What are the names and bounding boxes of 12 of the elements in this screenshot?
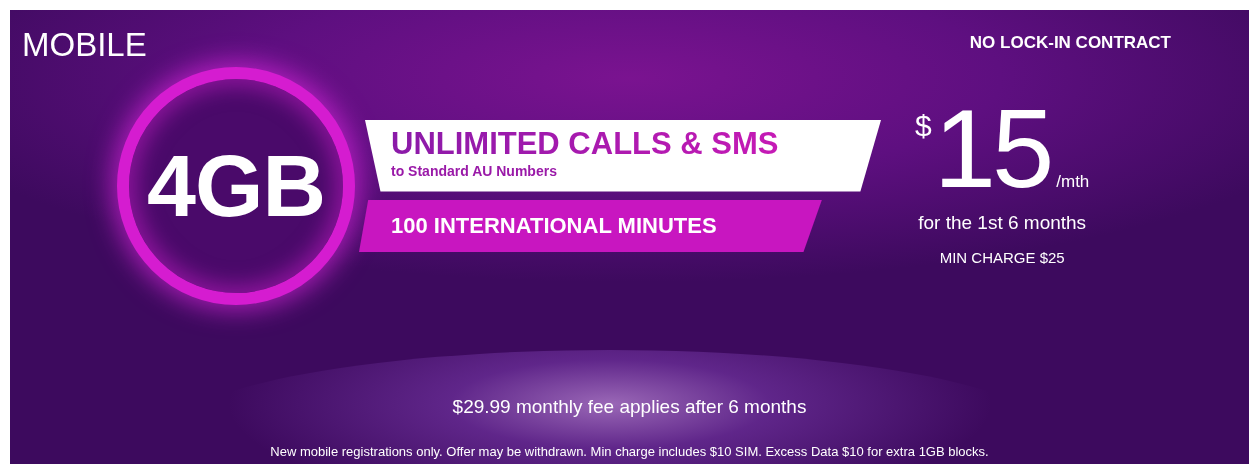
data-allowance: 4GB [147, 142, 325, 230]
feature-title: 100 INTERNATIONAL MINUTES [391, 212, 718, 239]
after-fee-note: $29.99 monthly fee applies after 6 months [451, 395, 808, 419]
min-charge: MIN CHARGE $25 [939, 248, 1065, 268]
price-amount: 15 [933, 92, 1051, 205]
currency-sign: $ [915, 107, 932, 144]
fine-print: New mobile registrations only. Offer may be withdrawn. Min charge includes $10 SIM. Excess Data $10 for extra 1GB blocks. [269, 442, 990, 461]
price-period: /mth [1056, 171, 1090, 193]
banner-heading: MOBILE [22, 28, 147, 61]
contract-note: NO LOCK-IN CONTRACT [969, 32, 1171, 54]
feature-subtitle: to Standard AU Numbers [391, 161, 558, 181]
price-duration: for the 1st 6 months [918, 210, 1087, 235]
